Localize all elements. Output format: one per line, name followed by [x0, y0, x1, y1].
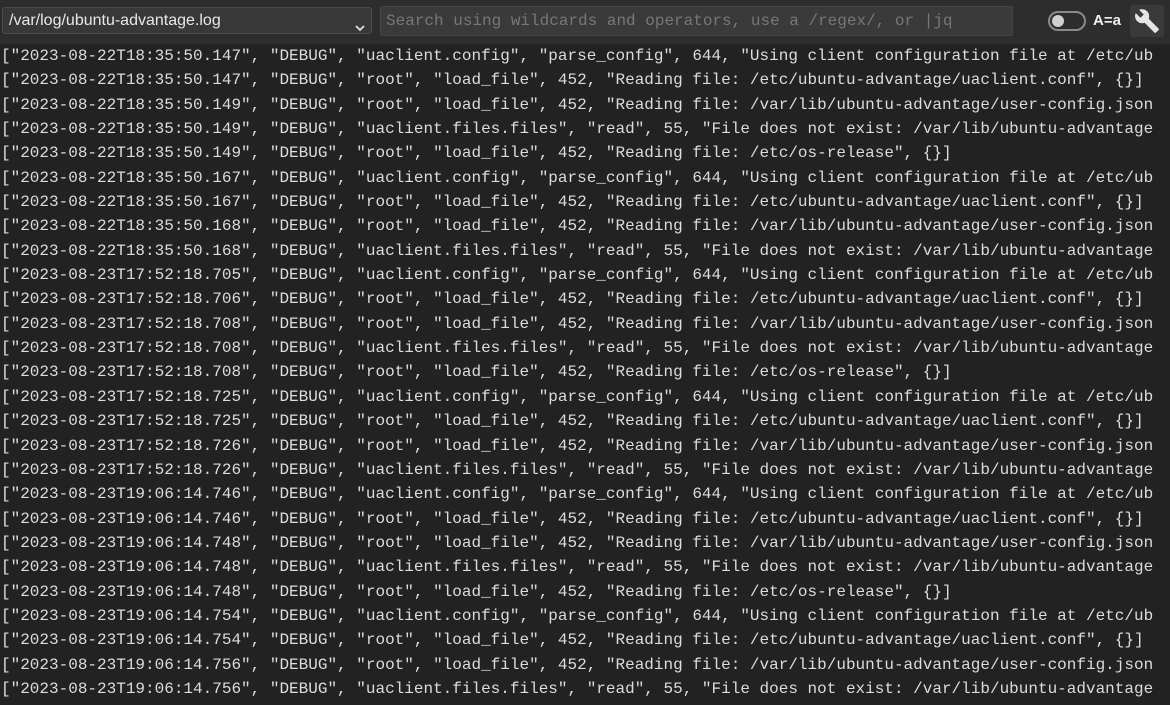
log-line: ["2023-08-22T18:35:50.149", "DEBUG", "ro… — [1, 95, 1154, 114]
case-sensitivity-toggle[interactable] — [1048, 11, 1086, 31]
log-line: ["2023-08-23T17:52:18.725", "DEBUG", "ro… — [1, 412, 1144, 431]
search-input[interactable] — [380, 6, 1013, 36]
log-line: ["2023-08-23T17:52:18.708", "DEBUG", "ro… — [1, 314, 1154, 333]
log-line: ["2023-08-22T18:35:50.167", "DEBUG", "ro… — [1, 193, 1144, 212]
log-line: ["2023-08-23T17:52:18.726", "DEBUG", "ro… — [1, 436, 1154, 455]
case-sensitivity-label: A=a — [1093, 12, 1121, 29]
log-line: ["2023-08-22T18:35:50.168", "DEBUG", "ua… — [1, 241, 1154, 260]
log-list: ["2023-08-22T18:35:50.147", "DEBUG", "ua… — [0, 44, 1170, 705]
log-file-select[interactable]: /var/log/ubuntu-advantage.log — [2, 7, 372, 34]
log-line: ["2023-08-23T19:06:14.756", "DEBUG", "ua… — [1, 679, 1154, 698]
log-line: ["2023-08-22T18:35:50.147", "DEBUG", "ua… — [1, 47, 1154, 65]
log-line: ["2023-08-23T17:52:18.706", "DEBUG", "ro… — [1, 290, 1144, 309]
log-line: ["2023-08-23T19:06:14.746", "DEBUG", "ro… — [1, 509, 1144, 528]
toggle-knob — [1052, 15, 1064, 27]
log-line: ["2023-08-23T17:52:18.725", "DEBUG", "ua… — [1, 387, 1154, 406]
log-line: ["2023-08-22T18:35:50.167", "DEBUG", "ua… — [1, 168, 1154, 187]
log-line: ["2023-08-22T18:35:50.168", "DEBUG", "ro… — [1, 217, 1154, 236]
log-line: ["2023-08-23T19:06:14.754", "DEBUG", "ua… — [1, 606, 1154, 625]
log-line: ["2023-08-23T19:06:14.756", "DEBUG", "ro… — [1, 655, 1154, 674]
log-line: ["2023-08-23T19:06:14.754", "DEBUG", "ro… — [1, 631, 1144, 650]
log-line: ["2023-08-22T18:35:50.149", "DEBUG", "ro… — [1, 144, 952, 163]
log-line: ["2023-08-22T18:35:50.149", "DEBUG", "ua… — [1, 120, 1154, 139]
toolbar: /var/log/ubuntu-advantage.log A=a — [0, 0, 1170, 44]
log-line: ["2023-08-23T17:52:18.705", "DEBUG", "ua… — [1, 266, 1154, 285]
settings-button[interactable] — [1130, 5, 1164, 37]
log-line: ["2023-08-23T17:52:18.708", "DEBUG", "ro… — [1, 363, 952, 382]
log-line: ["2023-08-23T17:52:18.708", "DEBUG", "ua… — [1, 339, 1154, 358]
chevron-down-icon — [355, 16, 365, 32]
log-line: ["2023-08-22T18:35:50.147", "DEBUG", "ro… — [1, 71, 1144, 90]
log-line: ["2023-08-23T19:06:14.748", "DEBUG", "ua… — [1, 558, 1154, 577]
log-line: ["2023-08-23T19:06:14.748", "DEBUG", "ro… — [1, 533, 1154, 552]
log-line: ["2023-08-23T17:52:18.726", "DEBUG", "ua… — [1, 460, 1154, 479]
log-line: ["2023-08-23T19:06:14.746", "DEBUG", "ua… — [1, 485, 1154, 504]
log-line: ["2023-08-23T19:06:14.748", "DEBUG", "ro… — [1, 582, 952, 601]
log-file-select-label: /var/log/ubuntu-advantage.log — [9, 12, 221, 29]
